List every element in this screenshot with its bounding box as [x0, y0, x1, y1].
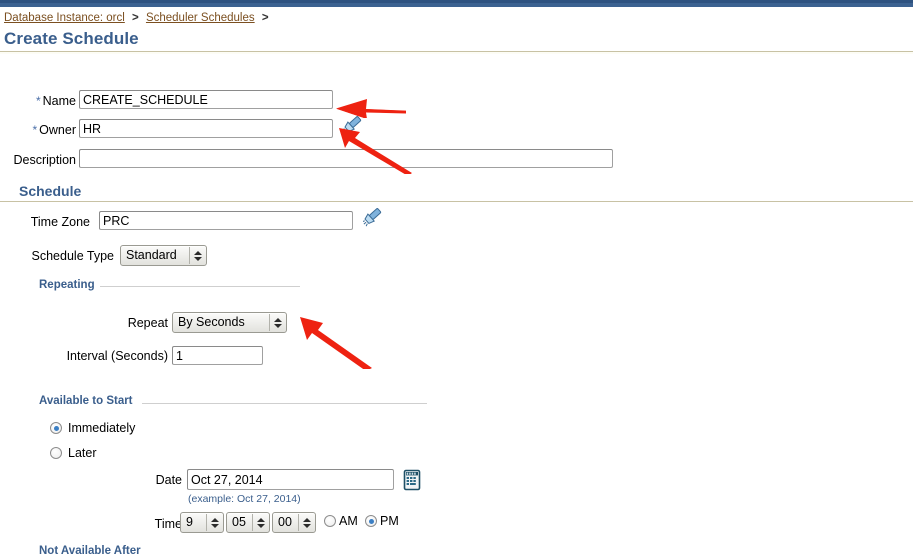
owner-label: * Owner: [14, 122, 77, 138]
chevron-updown-icon: [190, 250, 206, 261]
calendar-icon[interactable]: [402, 469, 422, 491]
flashlight-icon[interactable]: [341, 116, 367, 138]
time-zone-label: Time Zone: [30, 215, 90, 229]
owner-required-marker: *: [32, 123, 38, 137]
time-minute-value: 05: [232, 515, 246, 529]
time-zone-input[interactable]: [99, 211, 353, 230]
chevron-updown-icon: [270, 317, 286, 328]
arrow-to-name-field: [336, 99, 406, 118]
description-label: Description: [13, 153, 76, 167]
radio-label-later[interactable]: Later: [68, 446, 97, 460]
top-banner-accent: [0, 0, 913, 3]
arrow-to-repeat-select: [300, 317, 372, 369]
schedule-section-heading: Schedule: [19, 183, 82, 199]
name-label: * Name: [14, 93, 76, 109]
breadcrumb: Database Instance: orcl > Scheduler Sche…: [4, 11, 273, 25]
schedule-section-divider: [0, 201, 913, 202]
breadcrumb-separator-2: >: [261, 12, 269, 24]
name-label-text: Name: [42, 94, 76, 108]
repeat-label: Repeat: [127, 316, 168, 330]
page-title: Create Schedule: [4, 29, 139, 48]
repeat-select[interactable]: By Seconds: [172, 312, 287, 333]
interval-label: Interval (Seconds): [66, 349, 168, 363]
radio-available-later[interactable]: [50, 447, 62, 459]
available-to-start-divider: [142, 403, 427, 404]
radio-label-am[interactable]: AM: [339, 514, 358, 528]
radio-time-pm[interactable]: [365, 515, 377, 527]
chevron-updown-icon: [299, 517, 315, 528]
name-input[interactable]: [79, 90, 333, 109]
owner-input[interactable]: [79, 119, 333, 138]
top-banner-bar: [0, 0, 913, 7]
schedule-type-label: Schedule Type: [31, 249, 114, 263]
date-format-hint: (example: Oct 27, 2014): [188, 493, 301, 505]
page-title-divider-highlight: [0, 52, 913, 54]
breadcrumb-separator-1: >: [132, 12, 139, 24]
schedule-type-value: Standard: [126, 248, 177, 262]
name-required-marker: *: [35, 94, 41, 108]
repeating-subsection-heading: Repeating: [39, 279, 95, 291]
time-hour-value: 9: [186, 515, 193, 529]
owner-label-text: Owner: [39, 123, 76, 137]
time-label: Time: [154, 517, 182, 531]
time-second-value: 00: [278, 515, 292, 529]
chevron-updown-icon: [253, 517, 269, 528]
date-label: Date: [155, 473, 182, 487]
time-second-select[interactable]: 00: [272, 512, 316, 533]
available-to-start-heading: Available to Start: [39, 395, 133, 407]
radio-label-immediately[interactable]: Immediately: [68, 421, 135, 435]
radio-label-pm[interactable]: PM: [380, 514, 399, 528]
radio-available-immediately[interactable]: [50, 422, 62, 434]
breadcrumb-link-scheduler-schedules[interactable]: Scheduler Schedules: [146, 12, 255, 24]
radio-time-am[interactable]: [324, 515, 336, 527]
not-available-after-heading: Not Available After: [39, 545, 141, 557]
breadcrumb-link-database-instance[interactable]: Database Instance: orcl: [4, 12, 125, 24]
time-hour-select[interactable]: 9: [180, 512, 224, 533]
description-input[interactable]: [79, 149, 613, 168]
repeating-subsection-divider: [100, 286, 300, 287]
repeat-value: By Seconds: [178, 315, 245, 329]
chevron-updown-icon: [207, 517, 223, 528]
flashlight-icon[interactable]: [361, 208, 387, 230]
schedule-type-select[interactable]: Standard: [120, 245, 207, 266]
interval-input[interactable]: [172, 346, 263, 365]
date-input[interactable]: [187, 469, 394, 490]
time-minute-select[interactable]: 05: [226, 512, 270, 533]
